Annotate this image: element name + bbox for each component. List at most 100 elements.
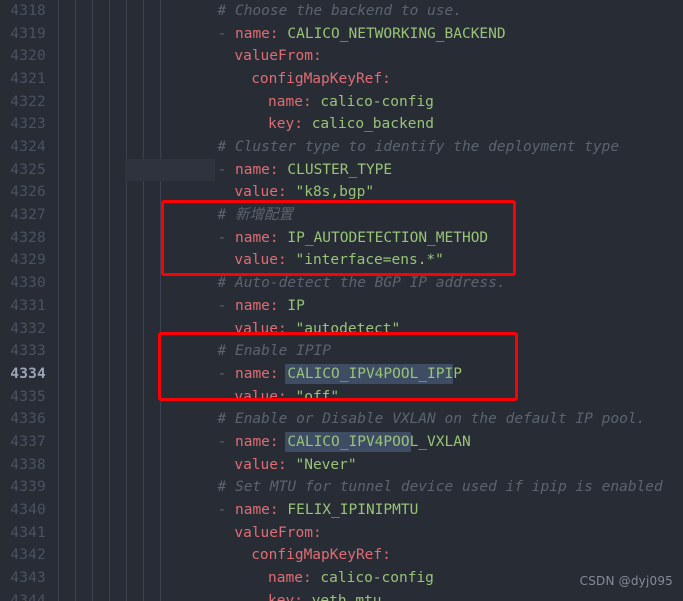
code-line-4336[interactable]: # Enable or Disable VXLAN on the default… [58, 408, 683, 431]
line-number-4326[interactable]: 4326 [0, 181, 46, 204]
token-val: CLUSTER_TYPE [287, 161, 393, 178]
line-number-4344[interactable]: 4344 [0, 590, 46, 601]
line-number-4330[interactable]: 4330 [0, 272, 46, 295]
code-line-4323[interactable]: key: calico_backend [58, 113, 683, 136]
token-punc: : [269, 297, 288, 314]
token-val: calico_backend [311, 116, 434, 133]
token-punc: : [302, 93, 321, 110]
code-line-4324[interactable]: # Cluster type to identify the deploymen… [58, 136, 683, 159]
watermark: CSDN @dyj095 [579, 574, 673, 589]
code-line-4327[interactable]: # 新增配置 [58, 204, 683, 227]
code-line-4333[interactable]: # Enable IPIP [58, 340, 683, 363]
line-number-4325[interactable]: 4325 [0, 159, 46, 182]
token-punc: : [269, 25, 288, 42]
token-punc: : [294, 592, 312, 601]
line-number-4318[interactable]: 4318 [0, 0, 46, 23]
token-dash: - [217, 297, 235, 314]
code-line-4332[interactable]: value: "autodetect" [58, 318, 683, 341]
token-key: value [234, 456, 279, 473]
token-val: calico-config [320, 570, 434, 586]
line-number-4343[interactable]: 4343 [0, 567, 46, 590]
line-number-4329[interactable]: 4329 [0, 249, 46, 272]
token-cmt: # 新增配置 [217, 207, 293, 224]
token-cmt: # Enable or Disable VXLAN on the default… [217, 411, 646, 428]
code-line-4329[interactable]: value: "interface=ens.*" [58, 249, 683, 272]
code-line-4342[interactable]: configMapKeyRef: [58, 544, 683, 567]
code-line-4341[interactable]: valueFrom: [58, 522, 683, 545]
token-dash: - [217, 25, 235, 42]
line-number-4321[interactable]: 4321 [0, 68, 46, 91]
code-content-area[interactable]: # Choose the backend to use. - name: CALI… [58, 0, 683, 601]
token-str: "autodetect" [295, 320, 401, 337]
line-number-4336[interactable]: 4336 [0, 408, 46, 431]
token-cmt: # Choose the backend to use. [217, 3, 462, 19]
code-line-4319[interactable]: - name: CALICO_NETWORKING_BACKEND [58, 23, 683, 46]
token-punc: : [269, 365, 288, 382]
token-val: FELIX_IPINIPMTU [287, 501, 419, 518]
token-dash: - [217, 161, 235, 178]
code-line-4340[interactable]: - name: FELIX_IPINIPMTU [58, 499, 683, 522]
token-val: CALICO_IPV4POOL_IPIP [287, 365, 462, 382]
token-key: key [268, 592, 295, 601]
code-line-4338[interactable]: value: "Never" [58, 454, 683, 477]
line-number-4333[interactable]: 4333 [0, 340, 46, 363]
token-cmt: # Enable IPIP [217, 343, 332, 360]
token-punc: : [278, 184, 296, 201]
line-number-4335[interactable]: 4335 [0, 386, 46, 409]
code-line-4320[interactable]: valueFrom: [58, 45, 683, 68]
code-line-4326[interactable]: value: "k8s,bgp" [58, 181, 683, 204]
line-number-4328[interactable]: 4328 [0, 227, 46, 250]
line-number-4324[interactable]: 4324 [0, 136, 46, 159]
token-punc: : [269, 161, 288, 178]
code-line-4331[interactable]: - name: IP [58, 295, 683, 318]
line-number-4340[interactable]: 4340 [0, 499, 46, 522]
token-key: value [234, 388, 279, 405]
line-number-4322[interactable]: 4322 [0, 91, 46, 114]
line-number-4320[interactable]: 4320 [0, 45, 46, 68]
line-number-4337[interactable]: 4337 [0, 431, 46, 454]
code-line-4335[interactable]: value: "off" [58, 386, 683, 409]
token-dash: - [217, 229, 235, 246]
token-cmt: # Cluster type to identify the deploymen… [217, 139, 620, 156]
token-cmt: # Auto-detect the BGP IP address. [217, 275, 506, 292]
line-number-4338[interactable]: 4338 [0, 454, 46, 477]
token-val: veth_mtu [311, 592, 382, 601]
token-punc: : [294, 116, 312, 133]
token-dash: - [217, 365, 235, 382]
line-number-4323[interactable]: 4323 [0, 113, 46, 136]
token-val: IP_AUTODETECTION_METHOD [287, 229, 489, 246]
code-editor-window: 4318 4319 4320 4321 4322 4323 4324 4325 4326 4327… [0, 0, 683, 601]
line-number-4319[interactable]: 4319 [0, 23, 46, 46]
line-number-4342[interactable]: 4342 [0, 544, 46, 567]
token-key: name [234, 501, 270, 518]
line-number-4339[interactable]: 4339 [0, 476, 46, 499]
line-number-4327[interactable]: 4327 [0, 204, 46, 227]
code-line-4330[interactable]: # Auto-detect the BGP IP address. [58, 272, 683, 295]
token-punc: : [312, 524, 322, 541]
token-str: "k8s,bgp" [295, 184, 375, 201]
token-key: valueFrom [234, 48, 313, 65]
code-line-4337[interactable]: - name: CALICO_IPV4POOL_VXLAN [58, 431, 683, 454]
token-key: name [234, 25, 270, 42]
code-line-4325[interactable]: - name: CLUSTER_TYPE [58, 159, 683, 182]
token-key: value [234, 184, 279, 201]
line-number-4331[interactable]: 4331 [0, 295, 46, 318]
token-dash: - [217, 501, 235, 518]
token-key: name [234, 297, 270, 314]
token-cmt: # Set MTU for tunnel device used if ipip… [217, 479, 663, 496]
token-punc: : [312, 48, 322, 65]
line-number-4334[interactable]: 4334 [0, 363, 46, 386]
line-number-gutter[interactable]: 4318 4319 4320 4321 4322 4323 4324 4325 4326 4327… [0, 0, 58, 601]
code-line-4328[interactable]: - name: IP_AUTODETECTION_METHOD [58, 227, 683, 250]
token-val: CALICO_IPV4POOL_VXLAN [287, 433, 471, 450]
line-number-4341[interactable]: 4341 [0, 522, 46, 545]
code-lines[interactable]: # Choose the backend to use. - name: CALI… [58, 0, 683, 601]
token-key: configMapKeyRef [251, 547, 383, 564]
code-line-4334[interactable]: - name: CALICO_IPV4POOL_IPIP [58, 363, 683, 386]
code-line-4318[interactable]: # Choose the backend to use. [58, 0, 683, 23]
code-line-4339[interactable]: # Set MTU for tunnel device used if ipip… [58, 476, 683, 499]
code-line-4322[interactable]: name: calico-config [58, 91, 683, 114]
line-number-4332[interactable]: 4332 [0, 318, 46, 341]
code-line-4321[interactable]: configMapKeyRef: [58, 68, 683, 91]
token-punc: : [302, 570, 321, 586]
